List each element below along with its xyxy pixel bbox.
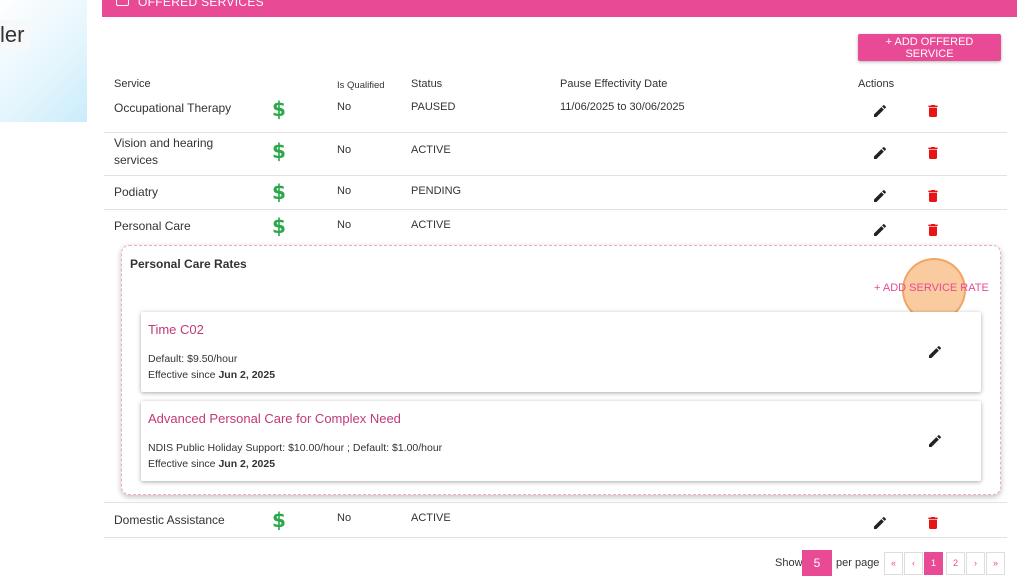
rate-description: Default: $9.50/hour bbox=[148, 353, 238, 365]
trash-icon[interactable] bbox=[925, 222, 941, 238]
status-value: PENDING bbox=[411, 185, 462, 197]
qualified-value: No bbox=[337, 185, 352, 197]
dollar-icon[interactable]: $ bbox=[272, 180, 286, 204]
dollar-icon[interactable]: $ bbox=[272, 508, 286, 532]
table-row: Podiatry $ No PENDING bbox=[104, 175, 1007, 210]
last-page-button[interactable]: » bbox=[986, 552, 1005, 575]
service-name: Occupational Therapy bbox=[114, 101, 232, 115]
pencil-icon[interactable] bbox=[872, 145, 888, 161]
first-page-button[interactable]: « bbox=[884, 552, 903, 575]
dollar-icon[interactable]: $ bbox=[272, 214, 286, 238]
per-page-select[interactable]: 5 bbox=[802, 550, 832, 576]
square-icon bbox=[116, 0, 129, 6]
pencil-icon[interactable] bbox=[872, 222, 888, 238]
rate-name[interactable]: Advanced Personal Care for Complex Need bbox=[148, 411, 401, 426]
header-service: Service bbox=[114, 78, 151, 90]
table-row: Domestic Assistance $ No ACTIVE bbox=[104, 502, 1007, 538]
service-name: Personal Care bbox=[114, 219, 191, 233]
per-page-label: per page bbox=[836, 557, 880, 569]
table-row: Personal Care $ No ACTIVE bbox=[104, 209, 1007, 243]
show-label: Show bbox=[775, 557, 803, 569]
trash-icon[interactable] bbox=[925, 515, 941, 531]
service-name: Podiatry bbox=[114, 185, 159, 199]
trash-icon[interactable] bbox=[925, 103, 941, 119]
qualified-value: No bbox=[337, 101, 352, 113]
dollar-icon[interactable]: $ bbox=[272, 97, 286, 121]
left-background-panel: ler bbox=[0, 0, 87, 122]
offered-services-header: OFFERED SERVICES bbox=[102, 0, 1017, 17]
qualified-value: No bbox=[337, 219, 352, 231]
service-name: Vision and hearing services bbox=[114, 136, 214, 167]
status-value: PAUSED bbox=[411, 101, 456, 113]
dollar-icon[interactable]: $ bbox=[272, 139, 286, 163]
pencil-icon[interactable] bbox=[872, 515, 888, 531]
header-pause-date: Pause Effectivity Date bbox=[560, 78, 668, 90]
status-value: ACTIVE bbox=[411, 144, 451, 156]
service-name: Domestic Assistance bbox=[114, 513, 225, 527]
rate-effective: Effective since Jun 2, 2025 bbox=[148, 458, 275, 470]
next-page-button[interactable]: › bbox=[966, 552, 985, 575]
qualified-value: No bbox=[337, 144, 352, 156]
table-row: Vision and hearing services $ No ACTIVE bbox=[104, 132, 1007, 176]
trash-icon[interactable] bbox=[925, 188, 941, 204]
effective-prefix: Effective since bbox=[148, 369, 219, 381]
page-1-button[interactable]: 1 bbox=[924, 552, 943, 575]
pencil-icon[interactable] bbox=[872, 103, 888, 119]
qualified-value: No bbox=[337, 512, 352, 524]
pause-date-value: 11/06/2025 to 30/06/2025 bbox=[560, 101, 685, 113]
pencil-icon[interactable] bbox=[872, 188, 888, 204]
rate-card: Advanced Personal Care for Complex Need … bbox=[141, 401, 981, 481]
rate-name[interactable]: Time C02 bbox=[148, 322, 204, 337]
header-status: Status bbox=[411, 78, 443, 90]
effective-date: Jun 2, 2025 bbox=[218, 458, 276, 470]
trash-icon[interactable] bbox=[925, 145, 941, 161]
header-is-qualified: Is Qualified bbox=[337, 80, 385, 91]
effective-date: Jun 2, 2025 bbox=[218, 369, 276, 381]
effective-prefix: Effective since bbox=[148, 458, 219, 470]
add-offered-service-button[interactable]: + ADD OFFERED SERVICE bbox=[858, 34, 1001, 61]
prev-page-button[interactable]: ‹ bbox=[904, 552, 923, 575]
page-2-button[interactable]: 2 bbox=[946, 552, 965, 575]
header-title: OFFERED SERVICES bbox=[138, 0, 264, 9]
personal-care-rates-panel: Personal Care Rates + ADD SERVICE RATE T… bbox=[121, 245, 1001, 495]
status-value: ACTIVE bbox=[411, 219, 451, 231]
pencil-icon[interactable] bbox=[927, 433, 943, 449]
add-service-rate-link[interactable]: + ADD SERVICE RATE bbox=[874, 282, 989, 294]
left-text-fragment: ler bbox=[0, 20, 31, 50]
rate-card: Time C02 Default: $9.50/hour Effective s… bbox=[141, 312, 981, 392]
status-value: ACTIVE bbox=[411, 512, 451, 524]
rate-effective: Effective since Jun 2, 2025 bbox=[148, 369, 275, 381]
table-row: Occupational Therapy $ No PAUSED 11/06/2… bbox=[104, 92, 1007, 133]
rates-title: Personal Care Rates bbox=[130, 257, 247, 271]
pencil-icon[interactable] bbox=[927, 344, 943, 360]
rate-description: NDIS Public Holiday Support: $10.00/hour… bbox=[148, 442, 443, 454]
header-actions: Actions bbox=[858, 78, 895, 90]
